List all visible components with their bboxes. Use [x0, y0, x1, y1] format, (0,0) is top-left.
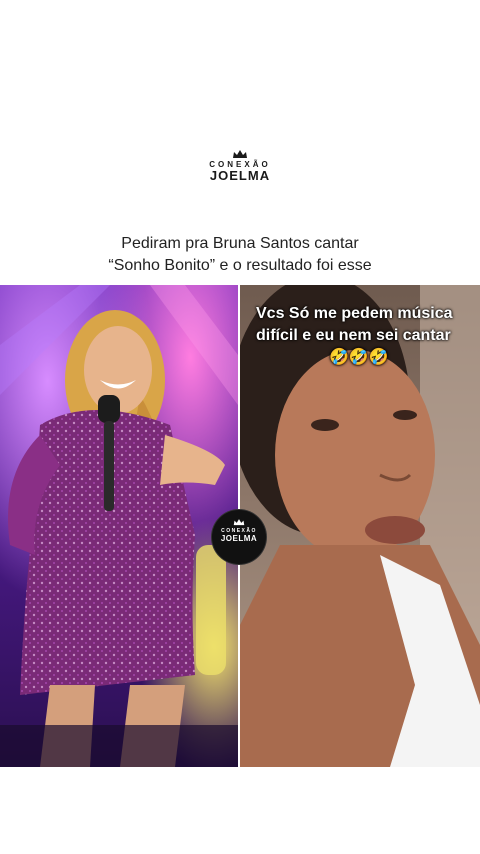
brand-logo: CONEXÃO JOELMA	[0, 150, 480, 183]
post-caption: Pediram pra Bruna Santos cantar “Sonho B…	[40, 233, 440, 277]
badge-line-2: JOELMA	[220, 534, 258, 543]
overlay-emoji: 🤣🤣🤣	[329, 349, 389, 366]
overlay-line-1: Vcs Só me pedem música	[256, 305, 453, 322]
crown-icon	[233, 150, 247, 158]
caption-line-1: Pediram pra Bruna Santos cantar	[121, 235, 359, 252]
video-collage[interactable]: Vcs Só me pedem música difícil e eu nem …	[0, 285, 480, 767]
logo-line-2: JOELMA	[209, 168, 271, 183]
caption-line-2: “Sonho Bonito” e o resultado foi esse	[108, 257, 372, 274]
watermark-badge: CONEXÃO JOELMA	[212, 510, 266, 564]
badge-crown-icon	[233, 519, 245, 526]
video-overlay-text: Vcs Só me pedem música difícil e eu nem …	[256, 303, 478, 369]
performer-illustration	[0, 285, 238, 767]
overlay-line-2: difícil e eu nem sei cantar	[256, 327, 451, 344]
performer-photo	[0, 285, 238, 767]
